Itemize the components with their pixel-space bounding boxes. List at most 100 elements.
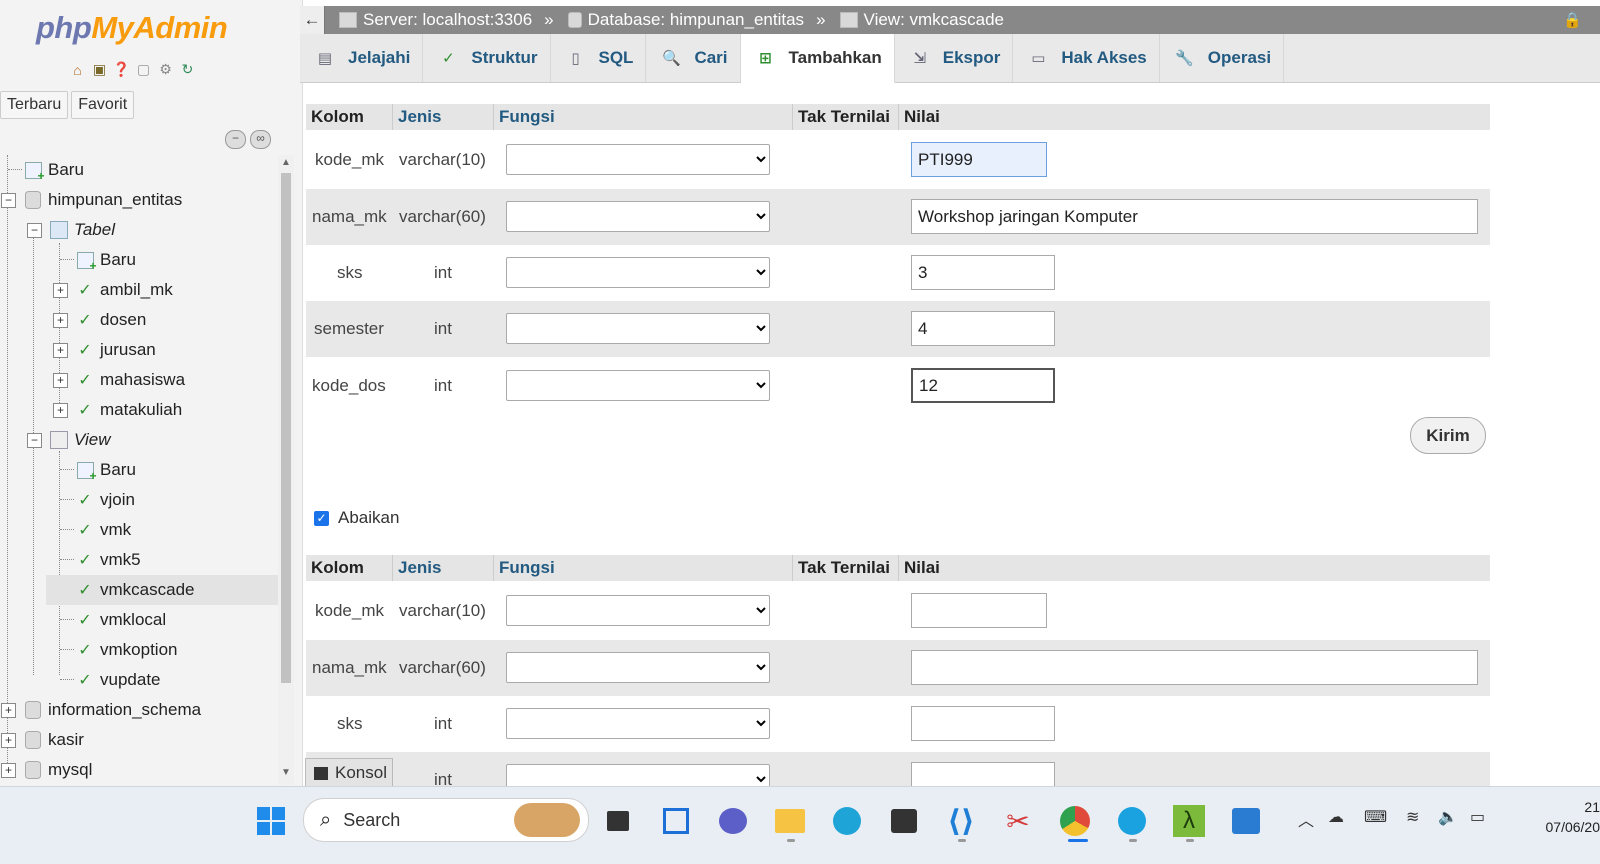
tree-view-vmk[interactable]: ✓ vmk <box>0 515 280 545</box>
expand-icon[interactable]: + <box>53 373 68 388</box>
value-input-nama-mk[interactable] <box>911 650 1478 685</box>
value-input-semester[interactable] <box>911 311 1055 346</box>
photos-icon[interactable] <box>1226 801 1266 841</box>
expand-icon[interactable]: + <box>53 313 68 328</box>
tab-cari[interactable]: 🔍 Cari <box>646 34 741 82</box>
tree-db-kasir[interactable]: + kasir <box>0 725 280 755</box>
tab-terbaru[interactable]: Terbaru <box>0 91 69 119</box>
vscode-icon[interactable]: ⟨⟩ <box>941 801 981 841</box>
scroll-up-icon[interactable]: ▲ <box>281 157 291 168</box>
expand-icon[interactable]: + <box>53 343 68 358</box>
windows-start-icon[interactable] <box>251 801 291 841</box>
collapse-icon[interactable]: − <box>1 193 16 208</box>
phpmyadmin-logo[interactable]: phpMyAdmin <box>36 10 228 46</box>
function-select[interactable] <box>506 370 770 401</box>
function-select[interactable] <box>506 764 770 786</box>
scrollbar-thumb[interactable] <box>281 173 291 683</box>
expand-icon[interactable]: + <box>1 703 16 718</box>
home-icon[interactable]: ⌂ <box>68 60 87 79</box>
tab-hak-akses[interactable]: ▭ Hak Akses <box>1013 34 1160 82</box>
value-input[interactable] <box>911 762 1055 786</box>
lambda-app-icon[interactable]: λ <box>1169 801 1209 841</box>
value-input-kode-mk[interactable] <box>911 593 1047 628</box>
tab-sql[interactable]: ▯ SQL <box>551 34 647 82</box>
tree-table-mahasiswa[interactable]: + ✓ mahasiswa <box>0 365 280 395</box>
function-select[interactable] <box>506 144 770 175</box>
tree-table-jurusan[interactable]: + ✓ jurusan <box>0 335 280 365</box>
header-fungsi[interactable]: Fungsi <box>499 558 555 578</box>
tree-group-view[interactable]: − View <box>0 425 280 455</box>
tree-table-dosen[interactable]: + ✓ dosen <box>0 305 280 335</box>
tab-favorit[interactable]: Favorit <box>71 91 135 119</box>
tree-view-vmklocal[interactable]: ✓ vmklocal <box>0 605 280 635</box>
header-jenis[interactable]: Jenis <box>398 107 441 127</box>
link-icon[interactable]: ∞ <box>250 130 271 149</box>
keyboard-icon[interactable]: ⌨ <box>1364 807 1387 827</box>
chrome-icon[interactable] <box>1055 801 1095 841</box>
header-fungsi[interactable]: Fungsi <box>499 107 555 127</box>
tree-view-vjoin[interactable]: ✓ vjoin <box>0 485 280 515</box>
collapse-icon[interactable]: − <box>27 433 42 448</box>
tree-db-mysql[interactable]: + mysql <box>0 755 280 785</box>
tab-ekspor[interactable]: ⇲ Ekspor <box>895 34 1014 82</box>
logout-icon[interactable]: ▣ <box>90 60 109 79</box>
tree-new-db[interactable]: Baru <box>0 155 280 185</box>
scroll-down-icon[interactable]: ▼ <box>281 767 291 778</box>
kirim-button[interactable]: Kirim <box>1410 417 1486 454</box>
tree-db-himpunan-entitas[interactable]: − himpunan_entitas <box>0 185 280 215</box>
expand-icon[interactable]: + <box>1 763 16 778</box>
function-select[interactable] <box>506 201 770 232</box>
file-explorer-icon[interactable] <box>770 801 810 841</box>
value-input-sks[interactable] <box>911 706 1055 741</box>
checkbox-checked-icon[interactable]: ✓ <box>314 510 329 526</box>
taskbar-search[interactable]: ⌕ Search <box>303 798 589 842</box>
header-jenis[interactable]: Jenis <box>398 558 441 578</box>
expand-icon[interactable]: + <box>53 403 68 418</box>
console-toggle[interactable]: Konsol <box>305 758 393 788</box>
tree-table-matakuliah[interactable]: + ✓ matakuliah <box>0 395 280 425</box>
tab-struktur[interactable]: ✓ Struktur <box>423 34 551 82</box>
collapse-icon[interactable]: − <box>27 223 42 238</box>
value-input-sks[interactable] <box>911 255 1055 290</box>
tree-view-vupdate[interactable]: ✓ vupdate <box>0 665 280 695</box>
wifi-icon[interactable]: ≋ <box>1406 807 1419 827</box>
tree-view-new[interactable]: Baru <box>0 455 280 485</box>
expand-icon[interactable]: + <box>53 283 68 298</box>
abaikan-checkbox[interactable]: ✓ Abaikan <box>314 508 399 528</box>
app-icon[interactable] <box>1112 801 1152 841</box>
reload-icon[interactable]: ↻ <box>178 60 197 79</box>
task-view-icon[interactable] <box>598 801 638 841</box>
chat-icon[interactable] <box>713 801 753 841</box>
volume-icon[interactable]: 🔈 <box>1438 807 1458 827</box>
store-icon[interactable] <box>884 801 924 841</box>
tree-view-vmk5[interactable]: ✓ vmk5 <box>0 545 280 575</box>
edge-icon[interactable] <box>827 801 867 841</box>
tray-overflow-icon[interactable]: ︿ <box>1298 807 1314 831</box>
lock-icon[interactable]: 🔒 <box>1563 11 1582 29</box>
settings-icon[interactable]: ⚙ <box>156 60 175 79</box>
value-input-kode-mk[interactable] <box>911 142 1047 177</box>
function-select[interactable] <box>506 313 770 344</box>
docs-icon[interactable]: ▢ <box>134 60 153 79</box>
breadcrumb-database[interactable]: Database: himpunan_entitas <box>567 10 804 30</box>
function-select[interactable] <box>506 257 770 288</box>
value-input-kode-dos[interactable] <box>911 368 1055 403</box>
onedrive-icon[interactable]: ☁ <box>1328 807 1344 827</box>
breadcrumb-server[interactable]: Server: localhost:3306 <box>339 10 532 30</box>
back-arrow-icon[interactable]: ← <box>300 6 325 34</box>
function-select[interactable] <box>506 708 770 739</box>
help-icon[interactable]: ❓ <box>112 60 131 79</box>
battery-icon[interactable]: ▭ <box>1470 807 1485 827</box>
collapse-all-icon[interactable]: − <box>225 130 246 149</box>
tree-group-tabel[interactable]: − Tabel <box>0 215 280 245</box>
tree-view-vmkoption[interactable]: ✓ vmkoption <box>0 635 280 665</box>
tab-jelajahi[interactable]: ▤ Jelajahi <box>300 34 424 82</box>
expand-icon[interactable]: + <box>1 733 16 748</box>
snipping-tool-icon[interactable]: ✂ <box>998 801 1038 841</box>
tab-operasi[interactable]: 🔧 Operasi <box>1160 34 1285 82</box>
tree-db-information-schema[interactable]: + information_schema <box>0 695 280 725</box>
tree-table-ambil-mk[interactable]: + ✓ ambil_mk <box>0 275 280 305</box>
function-select[interactable] <box>506 652 770 683</box>
function-select[interactable] <box>506 595 770 626</box>
tab-tambahkan[interactable]: ⊞ Tambahkan <box>740 34 895 83</box>
